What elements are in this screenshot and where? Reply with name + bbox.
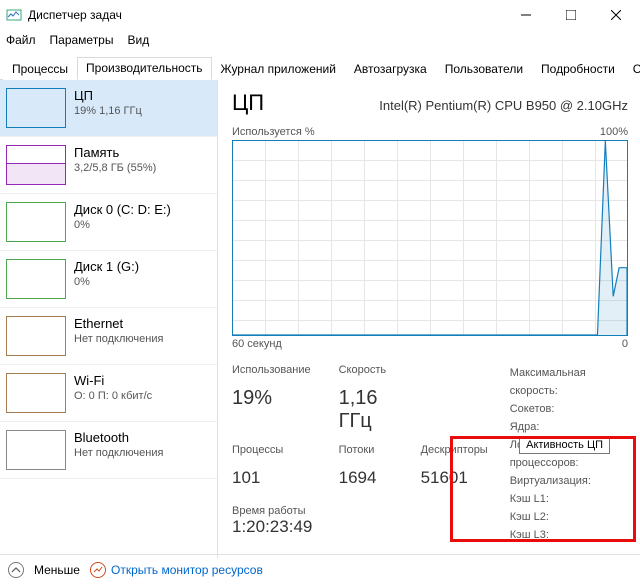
sidebar-thumb-memory [6, 145, 66, 185]
open-resmon-label: Открыть монитор ресурсов [111, 563, 263, 577]
stat-usage-value: 19% [232, 387, 311, 440]
window-title: Диспетчер задач [28, 8, 503, 22]
sidebar-disk0-sub: 0% [74, 219, 171, 231]
sidebar-thumb-cpu [6, 88, 66, 128]
stat-proc-label: Процессы [232, 444, 311, 463]
sidebar-thumb-wifi [6, 373, 66, 413]
info-l3: Кэш L3: [510, 526, 628, 544]
chart-top-left-label: Используется % [232, 126, 315, 138]
sidebar-wifi-sub: О: 0 П: 0 кбит/с [74, 390, 152, 402]
sidebar-memory-title: Память [74, 145, 156, 160]
sidebar-cpu-sub: 19% 1,16 ГГц [74, 105, 142, 117]
stat-threads-value: 1694 [339, 468, 393, 495]
title-bar: Диспетчер задач [0, 0, 640, 30]
chart-bottom-right-label: 0 [622, 338, 628, 350]
sidebar-thumb-bluetooth [6, 430, 66, 470]
stat-speed-label: Скорость [339, 364, 393, 383]
tab-users[interactable]: Пользователи [436, 58, 532, 80]
chart-tooltip: Активность ЦП [519, 436, 610, 454]
minimize-button[interactable] [503, 0, 548, 30]
sidebar-disk0-title: Диск 0 (C: D: E:) [74, 202, 171, 217]
chart-top-right-label: 100% [600, 126, 628, 138]
info-cores: Ядра: [510, 418, 628, 436]
main-title: ЦП [232, 90, 264, 116]
main-cpu-model: Intel(R) Pentium(R) CPU B950 @ 2.10GHz [379, 98, 628, 113]
stat-proc-value: 101 [232, 468, 311, 495]
tab-processes[interactable]: Процессы [3, 58, 77, 80]
stat-usage-label: Использование [232, 364, 311, 383]
info-l2: Кэш L2: [510, 508, 628, 526]
sidebar-item-ethernet[interactable]: Ethernet Нет подключения [0, 308, 217, 365]
sidebar-ethernet-sub: Нет подключения [74, 333, 163, 345]
info-l1: Кэш L1: [510, 490, 628, 508]
sidebar-wifi-title: Wi-Fi [74, 373, 152, 388]
sidebar-cpu-title: ЦП [74, 88, 142, 103]
tab-bar: Процессы Производительность Журнал прило… [0, 56, 640, 80]
open-resmon-link[interactable]: Открыть монитор ресурсов [90, 562, 263, 578]
tab-startup[interactable]: Автозагрузка [345, 58, 436, 80]
sidebar-memory-sub: 3,2/5,8 ГБ (55%) [74, 162, 156, 174]
tab-details[interactable]: Подробности [532, 58, 624, 80]
sidebar-item-disk1[interactable]: Диск 1 (G:) 0% [0, 251, 217, 308]
content-area: ЦП 19% 1,16 ГГц Память 3,2/5,8 ГБ (55%) … [0, 80, 640, 558]
cpu-utilization-chart[interactable] [232, 140, 628, 336]
sidebar-thumb-ethernet [6, 316, 66, 356]
maximize-button[interactable] [548, 0, 593, 30]
sidebar-thumb-disk0 [6, 202, 66, 242]
tab-services[interactable]: С. [624, 58, 640, 80]
stat-speed-value: 1,16 ГГц [339, 387, 393, 440]
info-sockets: Сокетов: [510, 400, 628, 418]
sidebar-ethernet-title: Ethernet [74, 316, 163, 331]
sidebar-thumb-disk1 [6, 259, 66, 299]
sidebar-disk1-title: Диск 1 (G:) [74, 259, 139, 274]
sidebar-item-wifi[interactable]: Wi-Fi О: 0 П: 0 кбит/с [0, 365, 217, 422]
menu-view[interactable]: Вид [127, 33, 149, 47]
sidebar-bluetooth-sub: Нет подключения [74, 447, 163, 459]
sidebar-item-memory[interactable]: Память 3,2/5,8 ГБ (55%) [0, 137, 217, 194]
fewer-details-icon[interactable] [8, 562, 24, 578]
stat-handles-label: Дескрипторы [421, 444, 488, 463]
stat-uptime-label: Время работы [232, 505, 488, 517]
stat-uptime-value: 1:20:23:49 [232, 517, 488, 537]
stat-threads-label: Потоки [339, 444, 393, 463]
menu-file[interactable]: Файл [6, 33, 36, 47]
menu-bar: Файл Параметры Вид [0, 30, 640, 50]
info-virt: Виртуализация: [510, 472, 628, 490]
info-max-speed: Максимальная скорость: [510, 364, 628, 400]
app-icon [6, 7, 22, 23]
menu-options[interactable]: Параметры [50, 33, 114, 47]
tab-app-history[interactable]: Журнал приложений [212, 58, 345, 80]
cpu-info-block: Максимальная скорость: Сокетов: Ядра: Ло… [510, 364, 628, 544]
sidebar-item-cpu[interactable]: ЦП 19% 1,16 ГГц [0, 80, 217, 137]
sidebar: ЦП 19% 1,16 ГГц Память 3,2/5,8 ГБ (55%) … [0, 80, 218, 558]
footer: Меньше Открыть монитор ресурсов [0, 554, 640, 584]
fewer-details-label[interactable]: Меньше [34, 563, 80, 577]
tab-performance[interactable]: Производительность [77, 57, 211, 80]
sidebar-disk1-sub: 0% [74, 276, 139, 288]
sidebar-item-disk0[interactable]: Диск 0 (C: D: E:) 0% [0, 194, 217, 251]
close-button[interactable] [593, 0, 638, 30]
chart-bottom-left-label: 60 секунд [232, 338, 282, 350]
sidebar-item-bluetooth[interactable]: Bluetooth Нет подключения [0, 422, 217, 479]
sidebar-bluetooth-title: Bluetooth [74, 430, 163, 445]
main-panel: ЦП Intel(R) Pentium(R) CPU B950 @ 2.10GH… [218, 80, 640, 558]
stat-handles-value: 51601 [421, 468, 488, 495]
